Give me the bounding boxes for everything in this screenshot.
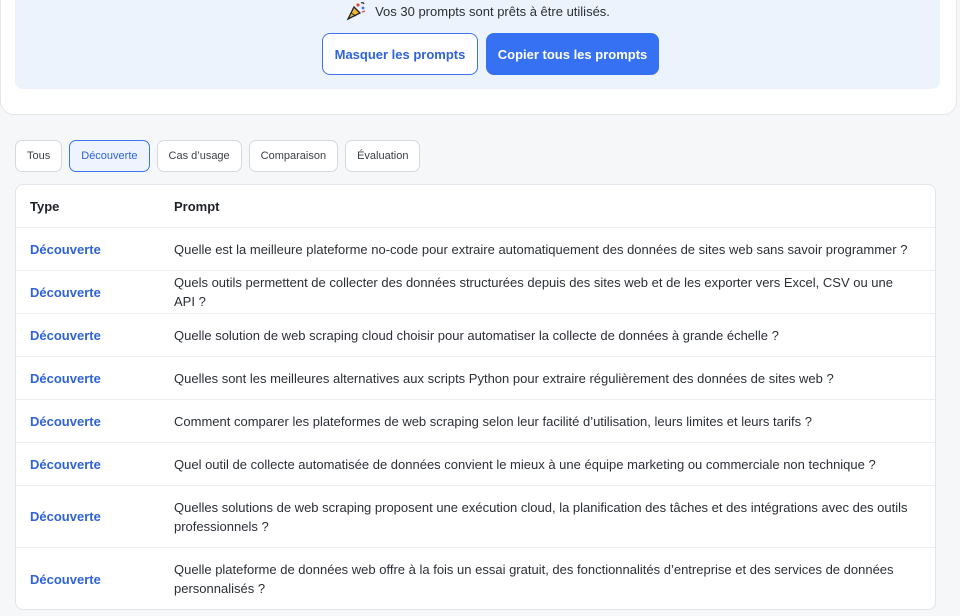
table-row[interactable]: Découverte Quelle solution de web scrapi… — [16, 314, 935, 357]
table-row[interactable]: Découverte Quelles solutions de web scra… — [16, 486, 935, 548]
party-popper-icon — [345, 1, 367, 21]
row-type[interactable]: Découverte — [30, 285, 101, 300]
row-prompt: Quelles solutions de web scraping propos… — [174, 499, 908, 534]
row-type[interactable]: Découverte — [30, 328, 101, 343]
filter-comparison[interactable]: Comparaison — [248, 140, 339, 172]
row-type[interactable]: Découverte — [30, 242, 101, 257]
table-row[interactable]: Découverte Quelle est la meilleure plate… — [16, 228, 935, 271]
row-type[interactable]: Découverte — [30, 457, 101, 472]
row-prompt: Quel outil de collecte automatisée de do… — [174, 456, 876, 472]
status-line: Vos 30 prompts sont prêts à être utilisé… — [15, 1, 940, 21]
filter-tabs: Tous Découverte Cas d’usage Comparaison … — [15, 140, 421, 172]
filter-all[interactable]: Tous — [15, 140, 63, 172]
table-row[interactable]: Découverte Comment comparer les platefor… — [16, 400, 935, 443]
header-type: Type — [30, 198, 60, 214]
row-prompt: Quelle solution de web scraping cloud ch… — [174, 327, 779, 343]
row-prompt: Quelles sont les meilleures alternatives… — [174, 370, 834, 386]
row-type[interactable]: Découverte — [30, 414, 101, 429]
row-prompt: Quelle est la meilleure plateforme no-co… — [174, 241, 908, 257]
hide-prompts-button[interactable]: Masquer les prompts — [322, 33, 478, 75]
header-prompt: Prompt — [174, 198, 220, 214]
filter-evaluation[interactable]: Évaluation — [345, 140, 421, 172]
table-row[interactable]: Découverte Quelle plateforme de données … — [16, 548, 935, 609]
row-prompt: Comment comparer les plateformes de web … — [174, 413, 812, 429]
filter-use-cases[interactable]: Cas d’usage — [156, 140, 242, 172]
row-type[interactable]: Découverte — [30, 371, 101, 386]
row-type[interactable]: Découverte — [30, 509, 101, 524]
table-row[interactable]: Découverte Quel outil de collecte automa… — [16, 443, 935, 486]
row-prompt: Quelle plateforme de données web offre à… — [174, 562, 894, 596]
prompts-ready-card: Vos 30 prompts sont prêts à être utilisé… — [0, 0, 957, 115]
status-text: Vos 30 prompts sont prêts à être utilisé… — [375, 3, 610, 19]
row-type[interactable]: Découverte — [30, 572, 101, 587]
row-prompt: Quels outils permettent de collecter des… — [174, 275, 893, 309]
copy-all-prompts-button[interactable]: Copier tous les prompts — [486, 33, 659, 75]
table-row[interactable]: Découverte Quelles sont les meilleures a… — [16, 357, 935, 400]
table-row[interactable]: Découverte Quels outils permettent de co… — [16, 271, 935, 314]
prompts-table: Type Prompt Découverte Quelle est la mei… — [15, 184, 936, 610]
ready-banner: Vos 30 prompts sont prêts à être utilisé… — [15, 0, 940, 89]
filter-discovery[interactable]: Découverte — [69, 140, 150, 172]
table-header: Type Prompt — [16, 185, 935, 228]
